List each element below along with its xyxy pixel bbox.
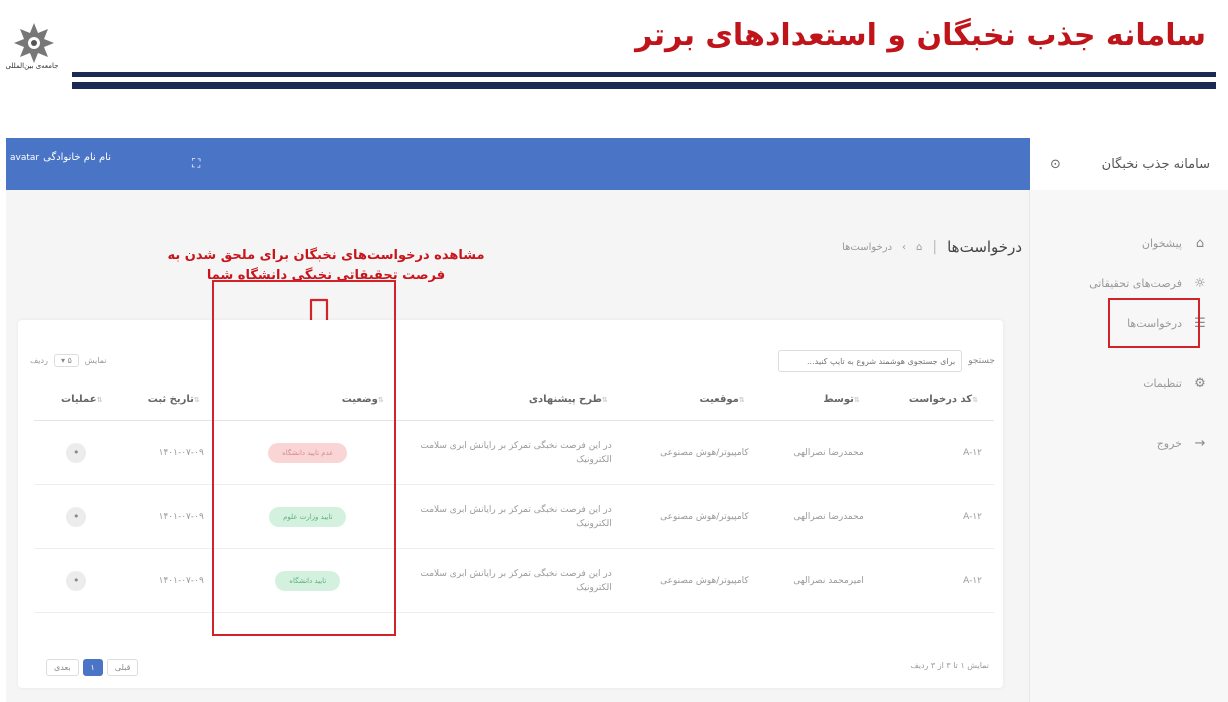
table-row[interactable]: A-۱۲ محمدرضا نصرالهی کامپیوتر/هوش مصنوعی… bbox=[34, 484, 994, 549]
sort-icon: ⇅ bbox=[853, 395, 860, 404]
cell-date: ۱۴۰۱-۰۷-۰۹ bbox=[118, 484, 216, 549]
table-row[interactable]: A-۱۲ محمدرضا نصرالهی کامپیوتر/هوش مصنوعی… bbox=[34, 420, 994, 485]
settings-icon: ⚙ bbox=[1194, 375, 1206, 391]
column-header-code[interactable]: ⇅کد درخواست bbox=[875, 378, 994, 421]
breadcrumb-separator: › bbox=[902, 241, 907, 253]
cell-by: محمدرضا نصرالهی bbox=[760, 484, 876, 549]
annotation-line: مشاهده درخواست‌های نخبگان برای ملحق شدن … bbox=[167, 248, 485, 263]
cell-position: کامپیوتر/هوش مصنوعی bbox=[623, 420, 761, 485]
page-size-control: نمایش ۵ ▾ ردیف bbox=[30, 354, 107, 367]
header-label: موقعیت bbox=[699, 393, 739, 405]
header-label: طرح پیشنهادی bbox=[528, 393, 602, 405]
cell-plan: در این فرصت نخبگی تمرکز بر رایانش ابری س… bbox=[399, 548, 624, 613]
page-size-value: ۵ bbox=[67, 356, 72, 365]
cell-code: A-۱۲ bbox=[875, 420, 994, 485]
cell-position: کامپیوتر/هوش مصنوعی bbox=[623, 548, 761, 613]
column-header-date[interactable]: ⇅تاریخ ثبت bbox=[118, 378, 216, 421]
cell-actions: • bbox=[34, 484, 119, 549]
pagination-info: نمایش ۱ تا ۳ از ۳ ردیف bbox=[910, 661, 989, 670]
cell-date: ۱۴۰۱-۰۷-۰۹ bbox=[118, 548, 216, 613]
page-title: درخواست‌ها bbox=[947, 238, 1022, 256]
table-header-row: ⇅کد درخواست ⇅توسط ⇅موقعیت ⇅طرح پیشنهادی … bbox=[34, 378, 994, 421]
sidebar-item-dashboard[interactable]: ⌂ پیشخوان bbox=[1030, 228, 1228, 258]
highlight-box bbox=[212, 280, 396, 636]
user-menu[interactable]: نام نام خانوادگی avatar bbox=[10, 152, 111, 163]
cell-by: محمدرضا نصرالهی bbox=[760, 420, 876, 485]
sort-icon: ⇅ bbox=[193, 395, 200, 404]
sidebar-item-label: خروج bbox=[1156, 436, 1182, 450]
column-header-position[interactable]: ⇅موقعیت bbox=[623, 378, 761, 421]
cell-actions: • bbox=[34, 548, 119, 613]
avatar: avatar bbox=[10, 152, 40, 163]
column-header-by[interactable]: ⇅توسط bbox=[760, 378, 876, 421]
next-page-button[interactable]: بعدی bbox=[46, 659, 79, 676]
prev-page-button[interactable]: قبلی bbox=[106, 659, 139, 676]
more-actions-button[interactable]: • bbox=[66, 570, 87, 591]
search-input[interactable] bbox=[778, 350, 963, 372]
sidebar-item-logout[interactable]: → خروج bbox=[1030, 428, 1228, 458]
requests-card: جستجو نمایش ۵ ▾ ردیف ⇅کد درخواست ⇅توسط ⇅… bbox=[18, 320, 1003, 688]
logo-caption: جامعه‌ی بین‌المللی bbox=[5, 62, 59, 70]
toggle-sidebar-icon[interactable]: ⊙ bbox=[1050, 157, 1061, 172]
home-icon[interactable]: ⌂ bbox=[916, 242, 922, 253]
header-label: کد درخواست bbox=[908, 393, 973, 405]
header-label: عملیات bbox=[61, 393, 97, 405]
logo bbox=[14, 23, 54, 63]
sort-icon: ⇅ bbox=[96, 395, 103, 404]
lightbulb-icon: ☼ bbox=[1194, 275, 1206, 291]
search-label: جستجو bbox=[968, 356, 995, 366]
banner-title: سامانه جذب نخبگان و استعدادهای برتر bbox=[635, 18, 1206, 53]
header-label: تاریخ ثبت bbox=[147, 393, 194, 405]
sidebar: سامانه جذب نخبگان ⊙ ⌂ پیشخوان ☼ فرصت‌های… bbox=[1029, 138, 1228, 702]
cell-code: A-۱۲ bbox=[875, 548, 994, 613]
column-header-plan[interactable]: ⇅طرح پیشنهادی bbox=[399, 378, 624, 421]
sidebar-item-opportunities[interactable]: ☼ فرصت‌های تحقیقاتی bbox=[1030, 268, 1228, 298]
cell-plan: در این فرصت نخبگی تمرکز بر رایانش ابری س… bbox=[399, 484, 624, 549]
highlight-box bbox=[1108, 298, 1200, 348]
search-bar: جستجو bbox=[778, 350, 995, 372]
top-bar: نام نام خانوادگی avatar ⛶ bbox=[6, 138, 1030, 190]
user-name: نام نام خانوادگی bbox=[43, 152, 112, 163]
cell-code: A-۱۲ bbox=[875, 484, 994, 549]
cell-position: کامپیوتر/هوش مصنوعی bbox=[623, 484, 761, 549]
breadcrumb: درخواست‌ها | ⌂ › درخواست‌ها bbox=[842, 238, 1022, 256]
header-label: توسط bbox=[823, 393, 854, 405]
fullscreen-icon[interactable]: ⛶ bbox=[192, 156, 200, 171]
cell-by: امیرمحمد نصرالهی bbox=[760, 548, 876, 613]
sidebar-item-settings[interactable]: ⚙ تنظیمات bbox=[1030, 368, 1228, 398]
logout-icon: → bbox=[1194, 435, 1206, 451]
show-label: نمایش bbox=[84, 356, 107, 365]
divider: | bbox=[932, 239, 938, 255]
sidebar-title: سامانه جذب نخبگان bbox=[1101, 156, 1210, 172]
requests-table: ⇅کد درخواست ⇅توسط ⇅موقعیت ⇅طرح پیشنهادی … bbox=[34, 378, 994, 613]
sidebar-item-label: تنظیمات bbox=[1143, 376, 1182, 390]
sidebar-header: سامانه جذب نخبگان ⊙ bbox=[1030, 138, 1228, 190]
sort-icon: ⇅ bbox=[738, 395, 745, 404]
more-actions-button[interactable]: • bbox=[66, 442, 87, 463]
column-header-actions[interactable]: ⇅عملیات bbox=[34, 378, 119, 421]
app-window: سامانه جذب نخبگان ⊙ ⌂ پیشخوان ☼ فرصت‌های… bbox=[6, 138, 1228, 702]
sort-icon: ⇅ bbox=[601, 395, 608, 404]
more-actions-button[interactable]: • bbox=[66, 506, 87, 527]
main-content: درخواست‌ها | ⌂ › درخواست‌ها مشاهده درخوا… bbox=[6, 190, 1030, 702]
show-suffix: ردیف bbox=[30, 356, 48, 365]
page-1-button[interactable]: ۱ bbox=[82, 659, 103, 676]
home-icon: ⌂ bbox=[1195, 235, 1205, 251]
page-size-select[interactable]: ۵ ▾ bbox=[53, 354, 79, 367]
header-banner: جامعه‌ی بین‌المللی سامانه جذب نخبگان و ا… bbox=[0, 0, 1228, 100]
cell-actions: • bbox=[34, 420, 119, 485]
cell-plan: در این فرصت نخبگی تمرکز بر رایانش ابری س… bbox=[399, 420, 624, 485]
banner-divider bbox=[72, 72, 1216, 77]
table-row[interactable]: A-۱۲ امیرمحمد نصرالهی کامپیوتر/هوش مصنوع… bbox=[34, 548, 994, 613]
breadcrumb-current: درخواست‌ها bbox=[842, 241, 893, 253]
pagination: قبلی ۱ بعدی bbox=[46, 659, 139, 676]
banner-divider bbox=[72, 82, 1216, 89]
sidebar-item-label: پیشخوان bbox=[1141, 236, 1182, 250]
sort-icon: ⇅ bbox=[972, 395, 978, 404]
sidebar-item-label: فرصت‌های تحقیقاتی bbox=[1089, 276, 1182, 290]
cell-date: ۱۴۰۱-۰۷-۰۹ bbox=[118, 420, 216, 485]
